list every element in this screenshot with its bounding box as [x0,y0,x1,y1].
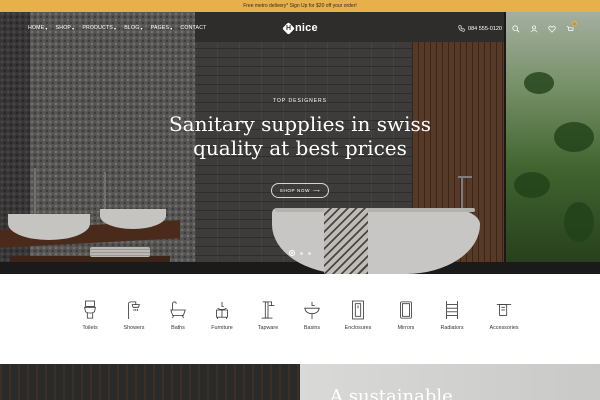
chevron-down-icon: ▾ [114,25,117,31]
category-label: Accessories [489,325,519,331]
slider-dot-2[interactable] [300,251,303,255]
accessories-icon [496,304,512,316]
nav-item-label: CONTACT [180,25,207,31]
category-label: Toilets [82,325,98,331]
nav-item-blog[interactable]: BLOG ▾ [124,25,142,31]
radiator-icon [446,301,458,319]
furniture-icon [216,301,228,319]
category-label: Showers [123,325,145,331]
announcement-bar: Free metro delivery* Sign Up for $20 off… [0,0,600,12]
slider-dot-3[interactable] [308,251,311,255]
nav-item-label: PRODUCTS [82,25,114,31]
basin-icon [304,301,320,319]
hero-headline: Sanitary supplies in swiss quality at be… [0,112,600,160]
category-enclosures[interactable]: Enclosures [331,300,385,331]
category-label: Basins [303,325,321,331]
search-icon[interactable] [511,24,520,33]
slider-dot-1[interactable] [289,250,295,256]
arrow-right-icon: ⟶ [313,187,321,193]
phone-icon [458,25,465,32]
enclosure-icon [352,300,364,320]
phone-link[interactable]: 084 555-0120 [458,25,502,32]
account-icon[interactable] [529,24,538,33]
category-radiators[interactable]: Radiators [425,300,479,331]
category-label: Furniture [211,325,233,331]
logo-text: nice [295,22,318,34]
nav-item-products[interactable]: PRODUCTS ▾ [82,25,116,31]
slider-dots [289,250,311,256]
promo-heading: A sustainable [330,386,453,400]
category-label: Tapware [257,325,279,331]
nav-item-label: BLOG [124,25,140,31]
shower-icon [128,301,140,319]
category-label: Enclosures [344,325,372,331]
nav-item-pages[interactable]: PAGES ▾ [151,25,173,31]
nav-item-label: PAGES [150,25,170,31]
category-accessories[interactable]: Accessories [477,300,531,331]
chevron-down-icon: ▾ [72,25,75,31]
nav-item-contact[interactable]: CONTACT [180,25,206,31]
nav-item-shop[interactable]: SHOP ▾ [56,25,75,31]
chevron-down-icon: ▾ [170,25,173,31]
promo-image [0,364,300,400]
headline-line: Sanitary supplies in swiss [168,112,432,136]
shop-now-button[interactable]: SHOP NOW ⟶ [271,183,329,198]
shop-now-label: SHOP NOW [279,188,311,193]
cart-count-badge: 0 [572,21,577,26]
headline-line: quality at best prices [193,136,407,160]
category-label: Baths [171,325,185,331]
hero-content: TOP DESIGNERS Sanitary supplies in swiss… [0,98,600,160]
bath-icon [170,301,186,319]
cart-icon[interactable]: 0 [565,21,577,33]
chevron-down-icon: ▾ [45,25,48,31]
logo-mark: H [282,21,295,35]
nav-menu: HOME ▾ SHOP ▾ PRODUCTS ▾ BLOG ▾ PAGES ▾ … [28,25,207,31]
tap-icon [261,301,275,319]
site-logo[interactable]: H nice [282,21,318,35]
nav-item-label: HOME [28,25,45,31]
main-nav: HOME ▾ SHOP ▾ PRODUCTS ▾ BLOG ▾ PAGES ▾ … [0,12,600,46]
nav-item-home[interactable]: HOME ▾ [28,25,48,31]
hero-eyebrow: TOP DESIGNERS [273,98,327,104]
wishlist-icon[interactable] [547,24,556,33]
mirror-icon [400,301,412,319]
category-label: Mirrors [397,325,415,331]
phone-number: 084 555-0120 [468,25,502,32]
nav-actions: 084 555-0120 0 [458,21,577,33]
announcement-text: Free metro delivery* Sign Up for $20 off… [243,3,357,9]
chevron-down-icon: ▾ [140,25,143,31]
nav-item-label: SHOP [55,25,72,31]
category-label: Radiators [440,325,464,331]
category-strip: Toilets Showers Baths Furniture Tapware … [0,274,600,366]
toilet-icon [84,300,96,319]
promo-section: A sustainable [0,364,600,400]
